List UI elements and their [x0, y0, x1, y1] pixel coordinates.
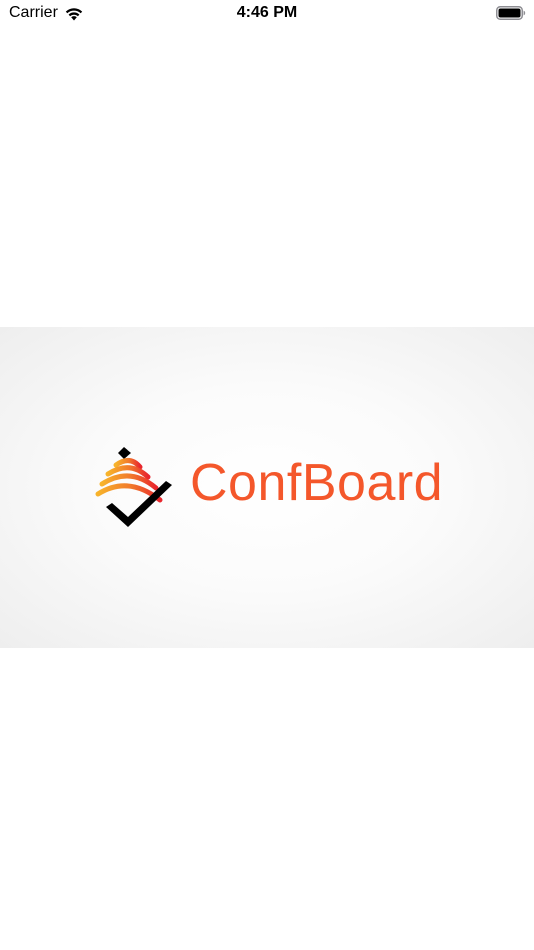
- battery-icon: [496, 6, 526, 20]
- splash-screen: Carrier 4:46 PM ConfBoard: [0, 0, 534, 950]
- splash-banner: ConfBoard: [0, 327, 534, 648]
- confboard-logo-icon: [95, 447, 172, 527]
- status-time: 4:46 PM: [236, 4, 298, 21]
- status-bar: Carrier 4:46 PM: [0, 0, 534, 28]
- brand-name: ConfBoard: [190, 454, 444, 512]
